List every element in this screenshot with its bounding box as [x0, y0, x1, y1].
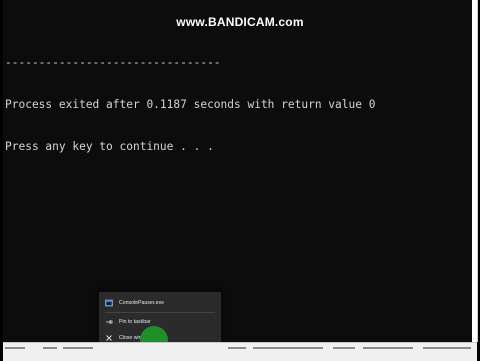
jumplist-divider	[105, 312, 215, 313]
close-icon	[105, 334, 113, 342]
taskbar[interactable]	[3, 342, 477, 361]
window-edge	[472, 0, 477, 342]
taskbar-item[interactable]	[333, 347, 355, 349]
taskbar-item[interactable]	[43, 347, 57, 349]
jumplist-app-label: ConsolePauser.exe	[119, 300, 164, 306]
jumplist-app-item[interactable]: ConsolePauser.exe	[99, 295, 221, 311]
recording-watermark: www.BANDICAM.com	[176, 15, 304, 29]
console-output: -------------------------------- Process…	[5, 28, 375, 182]
jumplist-pin-label: Pin to taskbar	[119, 319, 151, 325]
taskbar-item[interactable]	[5, 347, 25, 349]
console-exit-line: Process exited after 0.1187 seconds with…	[5, 98, 376, 111]
console-separator-line: --------------------------------	[5, 56, 221, 69]
taskbar-item[interactable]	[253, 347, 323, 349]
console-window[interactable]: www.BANDICAM.com -----------------------…	[3, 0, 478, 342]
pin-icon	[105, 318, 113, 326]
taskbar-item[interactable]	[228, 347, 246, 349]
console-prompt-line: Press any key to continue . . .	[5, 140, 214, 153]
console-app-icon	[105, 299, 113, 307]
taskbar-item[interactable]	[63, 347, 93, 349]
taskbar-item[interactable]	[363, 347, 413, 349]
taskbar-item[interactable]	[423, 347, 471, 349]
